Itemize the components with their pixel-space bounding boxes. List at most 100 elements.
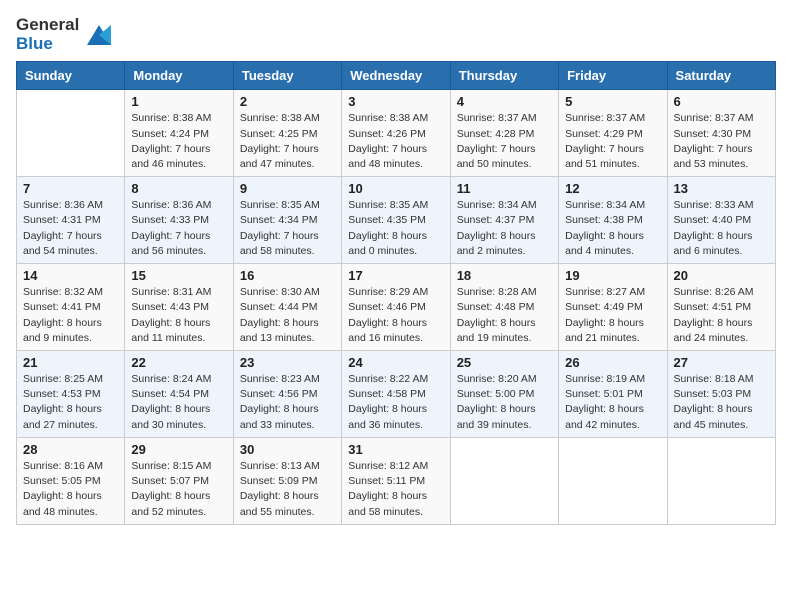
calendar-cell: 8Sunrise: 8:36 AMSunset: 4:33 PMDaylight… [125,177,233,264]
day-number: 23 [240,355,335,370]
day-info: Sunrise: 8:27 AMSunset: 4:49 PMDaylight:… [565,285,660,346]
day-number: 25 [457,355,552,370]
calendar-cell [559,437,667,524]
calendar-cell: 6 Sunrise: 8:37 AMSunset: 4:30 PMDaylight… [667,90,775,177]
calendar-week-2: 7 Sunrise: 8:36 AMSunset: 4:31 PMDaylight… [17,177,776,264]
calendar-cell: 19 Sunrise: 8:27 AMSunset: 4:49 PMDayligh… [559,264,667,351]
day-number: 12 [565,181,660,196]
calendar-cell: 12 Sunrise: 8:34 AMSunset: 4:38 PMDayligh… [559,177,667,264]
day-info: Sunrise: 8:30 AMSunset: 4:44 PMDaylight:… [240,285,335,346]
day-number: 1 [131,94,226,109]
calendar-cell: 18 Sunrise: 8:28 AMSunset: 4:48 PMDayligh… [450,264,558,351]
header-friday: Friday [559,62,667,90]
calendar-cell: 22Sunrise: 8:24 AMSunset: 4:54 PMDayligh… [125,351,233,438]
day-info: Sunrise: 8:34 AMSunset: 4:37 PMDaylight:… [457,198,552,259]
calendar-header-row: SundayMondayTuesdayWednesdayThursdayFrid… [17,62,776,90]
day-info: Sunrise: 8:23 AMSunset: 4:56 PMDaylight:… [240,372,335,433]
day-number: 15 [131,268,226,283]
calendar-cell: 26Sunrise: 8:19 AMSunset: 5:01 PMDayligh… [559,351,667,438]
calendar-week-4: 21 Sunrise: 8:25 AMSunset: 4:53 PMDayligh… [17,351,776,438]
day-info: Sunrise: 8:22 AMSunset: 4:58 PMDaylight:… [348,372,443,433]
day-info: Sunrise: 8:37 AMSunset: 4:28 PMDaylight:… [457,111,552,172]
day-info: Sunrise: 8:34 AMSunset: 4:38 PMDaylight:… [565,198,660,259]
calendar-cell: 23 Sunrise: 8:23 AMSunset: 4:56 PMDayligh… [233,351,341,438]
calendar-cell [17,90,125,177]
calendar-cell: 29 Sunrise: 8:15 AMSunset: 5:07 PMDayligh… [125,437,233,524]
logo-general: General [16,16,79,35]
day-number: 21 [23,355,118,370]
calendar-cell: 16 Sunrise: 8:30 AMSunset: 4:44 PMDayligh… [233,264,341,351]
logo-blue: Blue [16,35,79,54]
calendar-cell: 20Sunrise: 8:26 AMSunset: 4:51 PMDayligh… [667,264,775,351]
header-monday: Monday [125,62,233,90]
calendar-cell [450,437,558,524]
logo: General Blue [16,16,115,53]
day-info: Sunrise: 8:29 AMSunset: 4:46 PMDaylight:… [348,285,443,346]
calendar-cell: 30Sunrise: 8:13 AMSunset: 5:09 PMDayligh… [233,437,341,524]
day-number: 17 [348,268,443,283]
day-number: 30 [240,442,335,457]
calendar-cell: 31Sunrise: 8:12 AMSunset: 5:11 PMDayligh… [342,437,450,524]
day-number: 22 [131,355,226,370]
day-info: Sunrise: 8:32 AMSunset: 4:41 PMDaylight:… [23,285,118,346]
day-number: 6 [674,94,769,109]
header-thursday: Thursday [450,62,558,90]
day-number: 27 [674,355,769,370]
day-info: Sunrise: 8:36 AMSunset: 4:31 PMDaylight:… [23,198,118,259]
day-info: Sunrise: 8:33 AMSunset: 4:40 PMDaylight:… [674,198,769,259]
day-number: 18 [457,268,552,283]
header-sunday: Sunday [17,62,125,90]
calendar-cell: 11 Sunrise: 8:34 AMSunset: 4:37 PMDayligh… [450,177,558,264]
day-info: Sunrise: 8:35 AMSunset: 4:35 PMDaylight:… [348,198,443,259]
logo-icon [83,21,115,49]
day-info: Sunrise: 8:36 AMSunset: 4:33 PMDaylight:… [131,198,226,259]
day-info: Sunrise: 8:18 AMSunset: 5:03 PMDaylight:… [674,372,769,433]
header-wednesday: Wednesday [342,62,450,90]
day-number: 16 [240,268,335,283]
day-number: 13 [674,181,769,196]
calendar-cell: 5 Sunrise: 8:37 AMSunset: 4:29 PMDaylight… [559,90,667,177]
day-number: 2 [240,94,335,109]
calendar-week-1: 1Sunrise: 8:38 AMSunset: 4:24 PMDaylight… [17,90,776,177]
header-tuesday: Tuesday [233,62,341,90]
day-number: 11 [457,181,552,196]
calendar-cell: 1Sunrise: 8:38 AMSunset: 4:24 PMDaylight… [125,90,233,177]
page-header: General Blue [16,16,776,53]
calendar-cell: 24Sunrise: 8:22 AMSunset: 4:58 PMDayligh… [342,351,450,438]
day-number: 5 [565,94,660,109]
calendar-cell: 25Sunrise: 8:20 AMSunset: 5:00 PMDayligh… [450,351,558,438]
day-info: Sunrise: 8:25 AMSunset: 4:53 PMDaylight:… [23,372,118,433]
calendar-cell: 3 Sunrise: 8:38 AMSunset: 4:26 PMDaylight… [342,90,450,177]
calendar-cell: 13 Sunrise: 8:33 AMSunset: 4:40 PMDayligh… [667,177,775,264]
day-info: Sunrise: 8:37 AMSunset: 4:30 PMDaylight:… [674,111,769,172]
day-number: 10 [348,181,443,196]
day-number: 7 [23,181,118,196]
calendar-cell: 10 Sunrise: 8:35 AMSunset: 4:35 PMDayligh… [342,177,450,264]
day-number: 4 [457,94,552,109]
day-info: Sunrise: 8:35 AMSunset: 4:34 PMDaylight:… [240,198,335,259]
day-number: 28 [23,442,118,457]
day-number: 14 [23,268,118,283]
day-number: 9 [240,181,335,196]
calendar-cell: 7 Sunrise: 8:36 AMSunset: 4:31 PMDaylight… [17,177,125,264]
calendar-cell: 27 Sunrise: 8:18 AMSunset: 5:03 PMDayligh… [667,351,775,438]
calendar-week-5: 28 Sunrise: 8:16 AMSunset: 5:05 PMDayligh… [17,437,776,524]
day-info: Sunrise: 8:37 AMSunset: 4:29 PMDaylight:… [565,111,660,172]
calendar-cell: 21 Sunrise: 8:25 AMSunset: 4:53 PMDayligh… [17,351,125,438]
day-number: 19 [565,268,660,283]
day-number: 31 [348,442,443,457]
day-info: Sunrise: 8:38 AMSunset: 4:25 PMDaylight:… [240,111,335,172]
calendar-cell: 2 Sunrise: 8:38 AMSunset: 4:25 PMDaylight… [233,90,341,177]
day-info: Sunrise: 8:38 AMSunset: 4:26 PMDaylight:… [348,111,443,172]
day-info: Sunrise: 8:15 AMSunset: 5:07 PMDaylight:… [131,459,226,520]
day-info: Sunrise: 8:26 AMSunset: 4:51 PMDaylight:… [674,285,769,346]
day-info: Sunrise: 8:28 AMSunset: 4:48 PMDaylight:… [457,285,552,346]
calendar-cell: 14 Sunrise: 8:32 AMSunset: 4:41 PMDayligh… [17,264,125,351]
calendar-cell: 17 Sunrise: 8:29 AMSunset: 4:46 PMDayligh… [342,264,450,351]
day-number: 29 [131,442,226,457]
header-saturday: Saturday [667,62,775,90]
calendar-cell: 9 Sunrise: 8:35 AMSunset: 4:34 PMDaylight… [233,177,341,264]
calendar-cell: 4 Sunrise: 8:37 AMSunset: 4:28 PMDaylight… [450,90,558,177]
day-info: Sunrise: 8:16 AMSunset: 5:05 PMDaylight:… [23,459,118,520]
day-number: 3 [348,94,443,109]
